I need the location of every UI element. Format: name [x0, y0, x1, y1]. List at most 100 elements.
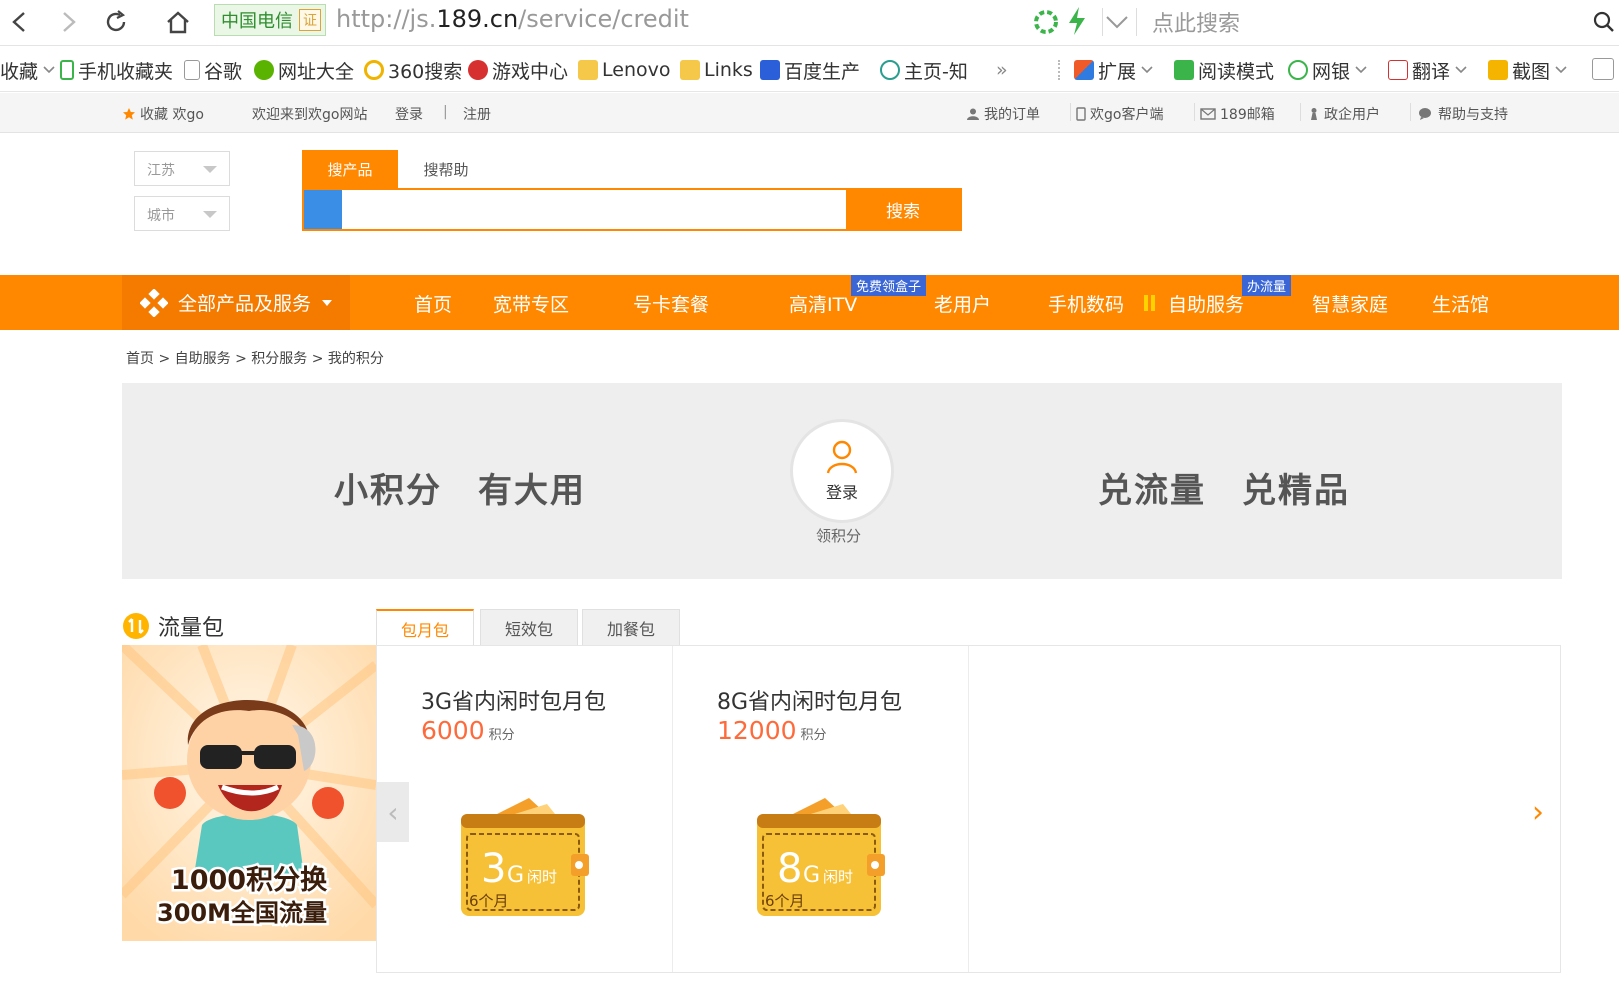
toolbar-label: 截图 — [1512, 60, 1551, 83]
province-select[interactable]: 江苏 — [134, 151, 230, 186]
chevron-down-icon — [1141, 66, 1153, 74]
bookmark-label: Links — [704, 59, 753, 81]
tab-search-help[interactable]: 搜帮助 — [398, 150, 494, 188]
site-top-bar: 收藏 欢go 欢迎来到欢go网站 登录 | 注册 我的订单 欢go客户端 189… — [0, 93, 1619, 133]
search-icon[interactable] — [1592, 10, 1616, 38]
refresh-icon[interactable] — [98, 4, 134, 40]
toolbar-label: 阅读模式 — [1198, 60, 1275, 83]
nav-broadband[interactable]: 宽带专区 — [493, 290, 569, 317]
folder-icon — [578, 60, 598, 80]
bookmark-item[interactable]: 游戏中心 — [468, 56, 568, 84]
mail-icon — [1200, 108, 1216, 120]
product-card[interactable]: 8G省内闲时包月包 12000 积分 8 G 闲时 6个月 — [673, 646, 969, 972]
traffic-icon — [123, 613, 149, 639]
divider — [1070, 103, 1071, 121]
collect-points-label: 领积分 — [816, 527, 862, 545]
promo-image[interactable]: 1000积分换 300M全国流量 — [122, 645, 376, 941]
bookmark-item[interactable]: 主页-知 — [880, 56, 968, 84]
product-points: 6000 积分 — [421, 716, 515, 745]
url-prefix: http://js. — [336, 5, 437, 33]
welcome-text: 欢迎来到欢go网站 — [252, 107, 368, 123]
bookmark-label: Lenovo — [602, 59, 671, 81]
help-link[interactable]: 帮助与支持 — [1418, 104, 1508, 124]
star-icon — [123, 108, 135, 120]
wallet-tag: 闲时 — [823, 868, 853, 886]
wallet-size: 3 — [481, 846, 506, 892]
client-link[interactable]: 欢go客户端 — [1076, 104, 1163, 124]
site-certificate-badge[interactable]: 中国电信 证 — [214, 4, 326, 36]
user-icon — [967, 108, 979, 120]
tab-search-products[interactable]: 搜产品 — [302, 150, 398, 188]
wallet-tag: 闲时 — [527, 868, 557, 886]
paw-icon — [760, 60, 780, 80]
site-search-input[interactable] — [346, 194, 846, 224]
divider — [1058, 60, 1060, 80]
tab-add-on[interactable]: 加餐包 — [582, 609, 680, 645]
product-grid: ‹ 3G省内闲时包月包 6000 积分 3 G 闲时 6个月 8G省内闲时包月包 … — [376, 645, 1561, 973]
breadcrumb[interactable]: 首页 > 自助服务 > 积分服务 > 我的积分 — [126, 348, 384, 368]
divider — [1136, 8, 1137, 36]
tab-monthly[interactable]: 包月包 — [376, 609, 474, 646]
browser-search-input[interactable]: 点此搜索 — [1152, 6, 1240, 38]
bookmark-item[interactable]: 百度生产 — [760, 56, 860, 84]
nav-home[interactable]: 首页 — [414, 290, 452, 317]
all-products-menu[interactable]: 全部产品及服务 — [122, 275, 350, 330]
url-field[interactable]: http://js.189.cn/service/credit — [336, 5, 689, 33]
zhi-icon — [880, 60, 900, 80]
mail-link[interactable]: 189邮箱 — [1200, 104, 1275, 124]
toolbar-item[interactable]: 阅读模式 — [1174, 56, 1274, 84]
nav-itv[interactable]: 高清ITV — [789, 290, 857, 317]
my-orders-link[interactable]: 我的订单 — [966, 104, 1040, 124]
login-button[interactable]: 登录 — [790, 419, 894, 523]
chevron-down-icon[interactable] — [1104, 12, 1130, 36]
back-icon[interactable] — [2, 4, 38, 40]
nav-self-service[interactable]: 自助服务 — [1168, 290, 1244, 317]
wallet-period: 6个月 — [765, 892, 805, 910]
home-icon[interactable] — [160, 4, 196, 40]
section-title: 流量包 — [122, 610, 224, 642]
bookmark-item[interactable]: 网址大全 — [254, 56, 354, 84]
screenshot-icon — [1488, 60, 1508, 80]
speed-icon[interactable] — [1032, 8, 1060, 40]
tab-short-term[interactable]: 短效包 — [480, 609, 578, 645]
register-link[interactable]: 注册 — [463, 104, 491, 124]
toolbar-item[interactable]: 扩展 — [1074, 56, 1154, 84]
nav-old-users[interactable]: 老用户 — [934, 290, 991, 317]
nav-life[interactable]: 生活馆 — [1432, 290, 1489, 317]
bookmark-item[interactable]: 谷歌 — [184, 56, 242, 84]
extension-icon[interactable] — [1592, 58, 1614, 80]
toolbar-item[interactable]: 网银 — [1288, 56, 1368, 84]
points-unit: 积分 — [488, 728, 515, 743]
bookmark-label: 游戏中心 — [492, 60, 569, 83]
client-label: 欢go客户端 — [1090, 107, 1164, 123]
bookmark-item[interactable]: 360搜索 — [364, 56, 462, 84]
favorite-link[interactable]: 收藏 欢go — [122, 104, 204, 124]
circle-icon — [364, 60, 384, 80]
search-category-icon[interactable] — [304, 190, 342, 229]
login-link[interactable]: 登录 — [395, 104, 423, 124]
forward-icon[interactable] — [50, 4, 86, 40]
bookmark-item[interactable]: 收藏 — [0, 56, 56, 84]
url-path: /service/credit — [518, 5, 689, 33]
bookmark-item[interactable]: 手机收藏夹 — [60, 56, 173, 84]
bookmark-item[interactable]: Links — [680, 56, 753, 84]
carousel-next-icon[interactable]: › — [1526, 782, 1550, 842]
city-value: 城市 — [147, 208, 175, 224]
wallet-icon: 8 G 闲时 6个月 — [755, 794, 885, 922]
bookmark-item[interactable]: Lenovo — [578, 56, 670, 84]
nav-phones[interactable]: 手机数码 — [1048, 290, 1124, 317]
product-card[interactable]: 3G省内闲时包月包 6000 积分 3 G 闲时 6个月 — [377, 646, 673, 972]
toolbar-item[interactable]: 截图 — [1488, 56, 1568, 84]
nav-sim-plans[interactable]: 号卡套餐 — [633, 290, 709, 317]
lightning-icon[interactable] — [1066, 6, 1088, 40]
city-select[interactable]: 城市 — [134, 196, 230, 231]
more-bookmarks-icon[interactable]: » — [996, 56, 1008, 84]
toolbar-item[interactable]: 翻译 — [1388, 56, 1468, 84]
nav-smart-home[interactable]: 智慧家庭 — [1312, 290, 1388, 317]
search-button[interactable]: 搜索 — [846, 190, 960, 229]
chevron-down-icon — [1555, 66, 1567, 74]
enterprise-link[interactable]: 政企用户 — [1308, 104, 1380, 124]
favorite-label: 收藏 欢go — [140, 107, 204, 123]
folder-icon — [680, 60, 700, 80]
toolbar-label: 网银 — [1312, 60, 1351, 83]
